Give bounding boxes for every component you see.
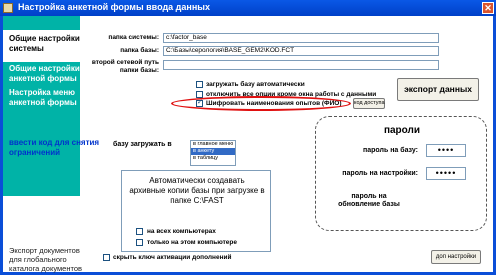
- export-global-catalog-link[interactable]: Экспорт документов для глобального катал…: [9, 246, 82, 273]
- backup-text: Автоматически создавать архивные копии б…: [129, 176, 265, 205]
- base-password-field[interactable]: ••••: [426, 144, 466, 157]
- second-path-field[interactable]: [163, 60, 439, 70]
- hide-key-label: скрыть ключ активации дополнений: [113, 254, 232, 261]
- system-folder-label: папка системы:: [108, 34, 159, 41]
- sidebar-item-label: Настройка меню анкетной формы: [9, 88, 77, 107]
- extra-settings-button[interactable]: доп настройки: [431, 250, 481, 264]
- access-code-button[interactable]: код доступа: [353, 98, 385, 109]
- second-path-label: второй сетевой путь папки базы:: [91, 59, 159, 74]
- app-icon: [3, 3, 13, 13]
- list-item-selected[interactable]: в анкету: [191, 148, 235, 155]
- highlight-ellipse: [171, 96, 351, 111]
- sidebar-item-anketa-menu[interactable]: Настройка меню анкетной формы: [9, 88, 77, 108]
- sidebar-item-anketa-settings[interactable]: Общие настройки анкетной формы: [9, 64, 80, 84]
- passwords-panel: пароли пароль на базу: •••• пароль на на…: [315, 116, 487, 231]
- sidebar-item-general-system[interactable]: Общие настройки системы: [9, 34, 80, 54]
- export-global-catalog-label: Экспорт документов для глобального катал…: [9, 246, 82, 273]
- settings-password-field[interactable]: •••••: [426, 167, 466, 180]
- sidebar-item-label: Общие настройки анкетной формы: [9, 64, 80, 83]
- title-bar: Настройка анкетной формы ввода данных ✕: [0, 0, 496, 16]
- sidebar-item-label: Общие настройки системы: [9, 34, 80, 53]
- export-data-button[interactable]: экспорт данных: [397, 78, 479, 101]
- settings-password-label: пароль на настройки:: [342, 170, 418, 177]
- system-folder-field[interactable]: c:\factor_base: [163, 33, 439, 43]
- unlock-code-link[interactable]: ввести код для снятия ограничений: [9, 138, 99, 158]
- close-button[interactable]: ✕: [482, 2, 494, 14]
- base-password-label: пароль на базу:: [363, 147, 418, 154]
- hide-key-checkbox[interactable]: [103, 254, 110, 261]
- backup-all-computers-checkbox[interactable]: [136, 228, 143, 235]
- sidebar: Общие настройки системы Общие настройки …: [3, 16, 99, 273]
- load-base-label: базу загружать в: [113, 141, 172, 148]
- unlock-code-label: ввести код для снятия ограничений: [9, 138, 100, 157]
- backup-panel: Автоматически создавать архивные копии б…: [121, 170, 271, 252]
- backup-this-computer-checkbox[interactable]: [136, 239, 143, 246]
- settings-window: Общие настройки системы Общие настройки …: [0, 16, 496, 275]
- list-item[interactable]: в главное меню: [191, 141, 235, 148]
- passwords-title: пароли: [383, 125, 421, 136]
- base-folder-field[interactable]: C:\Базы\серология\BASE_GEM2\KOD.FCT: [163, 46, 439, 56]
- update-password-label: пароль на обновление базы: [338, 193, 400, 208]
- load-base-listbox[interactable]: в главное меню в анкету в таблицу: [190, 140, 236, 166]
- list-item[interactable]: в таблицу: [191, 155, 235, 162]
- window-title: Настройка анкетной формы ввода данных: [18, 2, 210, 12]
- autoload-checkbox[interactable]: [196, 81, 203, 88]
- base-folder-label: папка базы:: [120, 47, 159, 54]
- backup-this-computer-label: только на этом компьютере: [147, 239, 237, 246]
- autoload-label: загружать базу автоматически: [206, 81, 305, 88]
- backup-all-computers-label: на всех компьютерах: [147, 228, 216, 235]
